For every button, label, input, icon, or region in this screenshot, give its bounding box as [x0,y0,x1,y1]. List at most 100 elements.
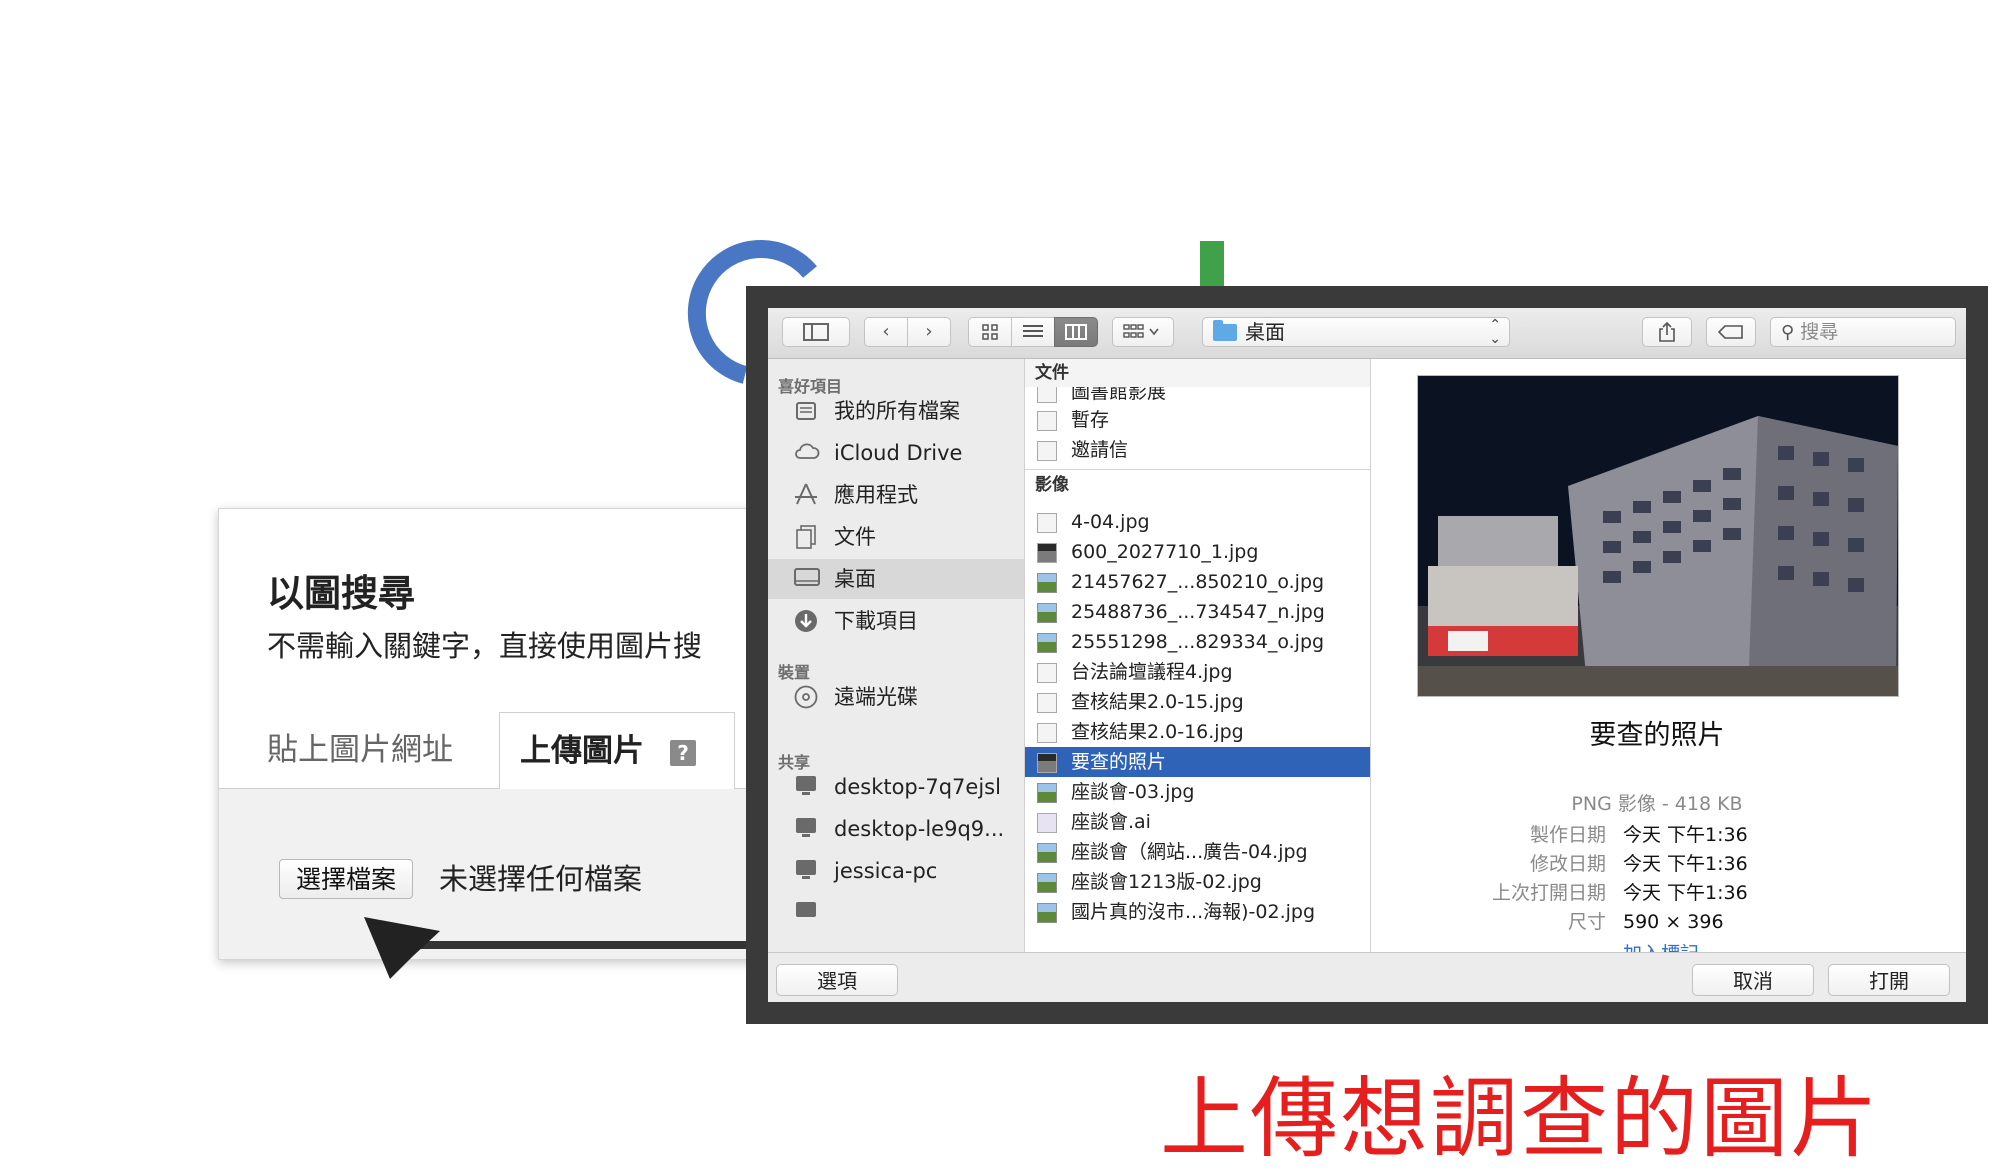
file-row[interactable]: 座談會.ai [1025,807,1370,837]
sidebar-item-all-files[interactable]: 我的所有檔案 [768,391,1024,431]
download-icon [794,609,818,633]
forward-icon[interactable]: › [907,317,951,347]
meta-row-dimensions: 尺寸 590 × 396 [1371,908,1966,936]
file-row[interactable]: 國片真的沒市...海報)-02.jpg [1025,897,1370,927]
file-row[interactable]: 台法論壇議程4.jpg [1025,657,1370,687]
file-row[interactable]: 4-04.jpg [1025,507,1370,537]
sidebar-item-label: 文件 [834,525,876,549]
image-file-icon [1037,633,1057,653]
disc-icon [794,685,818,709]
preview-file-kind: PNG 影像 - 418 KB [1571,793,1743,815]
file-row-selected[interactable]: 要查的照片 [1025,747,1370,777]
file-row[interactable]: 邀請信 [1025,435,1370,465]
image-file-icon [1037,573,1057,593]
computer-icon [794,775,818,799]
choose-file-button[interactable]: 選擇檔案 [279,859,414,899]
meta-key: 上次打開日期 [1491,882,1606,904]
image-file-icon [1037,693,1057,713]
tab-paste-image-url[interactable]: 貼上圖片網址 [267,712,453,788]
sidebar-item-shared-computer[interactable]: jessica-pc [768,851,1024,891]
file-name: 座談會-03.jpg [1071,781,1195,803]
file-name: 台法論壇議程4.jpg [1071,661,1233,683]
meta-key: 修改日期 [1529,853,1606,875]
file-name: 25488736_...734547_n.jpg [1071,601,1325,623]
file-row[interactable]: 座談會（網站...廣告-04.jpg [1025,837,1370,867]
sidebar-item-shared-computer-partial[interactable] [768,893,1024,933]
toolbar: ‹ › 桌面 ⌃ ⌄ ⚲ 搜尋 [768,308,1966,359]
sidebar-item-remote-disc[interactable]: 遠端光碟 [768,677,1024,717]
file-column[interactable]: 文件 圖書館影展 文件 暫存 邀請信 影像 4-04.jpg 600_20277… [1025,359,1371,952]
sidebar-item-documents[interactable]: 文件 [768,517,1024,557]
sidebar-item-downloads[interactable]: 下載項目 [768,601,1024,641]
tab-upload-image-label: 上傳圖片 [520,733,644,769]
all-files-icon [794,399,818,423]
sidebar-item-shared-computer[interactable]: desktop-7q7ejsl [768,767,1024,807]
help-icon[interactable]: ? [670,739,696,766]
cancel-button[interactable]: 取消 [1692,964,1814,996]
sidebar-item-label: 遠端光碟 [834,685,918,709]
sidebar-item-desktop[interactable]: 桌面 [768,559,1024,599]
illustrator-file-icon [1037,813,1057,833]
path-label: 桌面 [1245,320,1285,344]
back-icon[interactable]: ‹ [864,317,908,347]
image-file-icon [1037,783,1057,803]
column-heading-images: 影像 [1025,471,1370,499]
preview-image [1417,375,1899,697]
file-row[interactable]: 座談會-03.jpg [1025,777,1370,807]
list-view-icon[interactable] [1011,317,1055,347]
file-name: 要查的照片 [1071,751,1167,773]
file-picker-dialog: ‹ › 桌面 ⌃ ⌄ ⚲ 搜尋 喜好項目 我的所有檔案 iCloud Drive… [768,308,1966,1002]
meta-row-last-opened: 上次打開日期 今天 下午1:36 [1371,879,1966,907]
image-file-icon [1037,663,1057,683]
file-name: 25551298_...829334_o.jpg [1071,631,1325,653]
dialog-footer: 選項 取消 打開 [768,952,1966,1002]
sidebar-toggle-icon[interactable] [782,317,850,347]
open-button[interactable]: 打開 [1828,964,1950,996]
group-icon[interactable] [1112,317,1174,347]
documents-icon [794,525,818,549]
folder-icon [1213,320,1237,341]
sidebar-item-icloud-drive[interactable]: iCloud Drive [768,433,1024,473]
sidebar-item-label: jessica-pc [834,859,938,883]
search-input[interactable]: ⚲ 搜尋 [1770,317,1956,347]
image-file-icon [1037,873,1057,893]
image-file-icon [1037,543,1057,563]
column-heading-documents-label: 文件 [1025,359,1370,387]
cloud-icon [794,441,820,465]
meta-key: 尺寸 [1567,911,1606,933]
column-view-icon[interactable] [1054,317,1098,347]
share-icon[interactable] [1642,317,1692,347]
tab-upload-image[interactable]: 上傳圖片? [499,712,735,791]
file-row[interactable]: 600_2027710_1.jpg [1025,537,1370,567]
caption: 上傳想調查的圖片 [1160,1067,1881,1170]
file-row[interactable]: 查核結果2.0-15.jpg [1025,687,1370,717]
sidebar-item-label: 應用程式 [834,483,918,507]
tag-icon[interactable] [1706,317,1756,347]
sidebar-item-shared-computer[interactable]: desktop-le9q9... [768,809,1024,849]
no-file-status: 未選擇任何檔案 [439,862,643,896]
file-row[interactable]: 查核結果2.0-16.jpg [1025,717,1370,747]
file-row[interactable]: 25488736_...734547_n.jpg [1025,597,1370,627]
file-row[interactable]: 25551298_...829334_o.jpg [1025,627,1370,657]
search-placeholder: 搜尋 [1800,321,1839,343]
icon-view-icon[interactable] [968,317,1012,347]
image-file-icon [1037,903,1057,923]
file-row[interactable]: 座談會1213版-02.jpg [1025,867,1370,897]
file-name: 21457627_...850210_o.jpg [1071,571,1325,593]
sidebar-item-label: desktop-le9q9... [834,817,1005,841]
computer-icon [794,817,818,841]
sidebar-item-applications[interactable]: 應用程式 [768,475,1024,515]
sidebar-item-label: iCloud Drive [834,441,963,465]
path-popup[interactable]: 桌面 ⌃ ⌄ [1202,317,1510,347]
file-row[interactable]: 21457627_...850210_o.jpg [1025,567,1370,597]
sidebar-item-label: 我的所有檔案 [834,399,960,423]
file-name: 邀請信 [1071,439,1129,461]
search-by-image-panel: 以圖搜尋 不需輸入關鍵字，直接使用圖片搜 貼上圖片網址 上傳圖片? 選擇檔案 未… [218,508,780,960]
panel-title: 以圖搜尋 [267,572,415,615]
file-name: 座談會1213版-02.jpg [1071,871,1262,893]
image-file-icon [1037,723,1057,743]
options-button[interactable]: 選項 [776,964,898,996]
file-row[interactable]: 暫存 [1025,405,1370,435]
document-file-icon [1037,441,1057,461]
sidebar-item-label: 下載項目 [834,609,918,633]
